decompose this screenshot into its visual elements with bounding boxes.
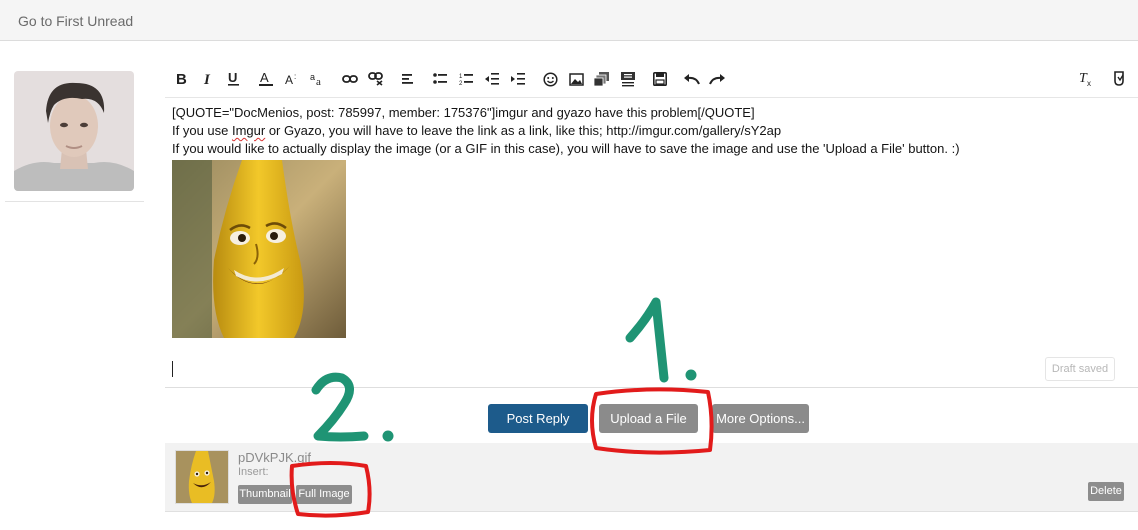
editor-toolbar: B I U A A: aa 12 Tx bbox=[172, 68, 1132, 92]
svg-text:B: B bbox=[176, 72, 187, 86]
font-size-icon[interactable]: A: bbox=[282, 68, 304, 90]
upload-file-button[interactable]: Upload a File bbox=[599, 404, 698, 433]
editor-bottom-border bbox=[165, 387, 1138, 388]
post-reply-button[interactable]: Post Reply bbox=[488, 404, 588, 433]
editor-line-quote: [QUOTE="DocMenios, post: 785997, member:… bbox=[172, 105, 755, 120]
save-draft-icon[interactable] bbox=[649, 68, 671, 90]
remove-format-icon[interactable]: Tx bbox=[1075, 68, 1097, 90]
editor-line-instructions: If you would like to actually display th… bbox=[172, 141, 960, 156]
undo-icon[interactable] bbox=[681, 68, 703, 90]
italic-icon[interactable]: I bbox=[197, 68, 219, 90]
bbcode-toggle-icon[interactable] bbox=[1108, 68, 1130, 90]
svg-text:A: A bbox=[285, 73, 293, 86]
insert-thumbnail-button[interactable]: Thumbnail bbox=[238, 485, 292, 504]
go-to-first-unread-link[interactable]: Go to First Unread bbox=[18, 13, 133, 29]
link-icon[interactable] bbox=[339, 68, 361, 90]
editor-line-links: If you use Imgur or Gyazo, you will have… bbox=[172, 123, 782, 138]
avatar-image bbox=[14, 71, 134, 191]
more-options-button[interactable]: More Options... bbox=[712, 404, 809, 433]
text-cursor bbox=[172, 361, 173, 377]
avatar[interactable] bbox=[14, 71, 134, 191]
insert-label: Insert: bbox=[238, 466, 269, 478]
font-family-icon[interactable]: aa bbox=[308, 68, 330, 90]
bold-icon[interactable]: B bbox=[171, 68, 193, 90]
svg-text:1: 1 bbox=[459, 74, 463, 80]
avatar-divider bbox=[5, 201, 144, 202]
attachment-thumbnail[interactable] bbox=[175, 450, 229, 504]
text-color-icon[interactable]: A bbox=[255, 68, 277, 90]
draft-saved-indicator: Draft saved bbox=[1045, 357, 1115, 381]
outdent-icon[interactable] bbox=[481, 68, 503, 90]
message-editor[interactable]: [QUOTE="DocMenios, post: 785997, member:… bbox=[172, 104, 1122, 158]
svg-text:a: a bbox=[310, 72, 315, 82]
svg-text:I: I bbox=[203, 72, 211, 86]
toolbar-divider bbox=[165, 97, 1138, 98]
svg-text:A: A bbox=[260, 71, 269, 85]
redo-icon[interactable] bbox=[706, 68, 728, 90]
bullet-list-icon[interactable] bbox=[429, 68, 451, 90]
svg-text:x: x bbox=[1087, 79, 1091, 87]
insert-full-image-button[interactable]: Full Image bbox=[296, 485, 352, 504]
top-bar: Go to First Unread bbox=[0, 0, 1138, 41]
align-icon[interactable] bbox=[397, 68, 419, 90]
image-icon[interactable] bbox=[565, 68, 587, 90]
numbered-list-icon[interactable]: 12 bbox=[455, 68, 477, 90]
indent-icon[interactable] bbox=[507, 68, 529, 90]
smiley-icon[interactable] bbox=[539, 68, 561, 90]
media-icon[interactable] bbox=[591, 68, 613, 90]
svg-text::: : bbox=[294, 72, 296, 81]
underline-icon[interactable]: U bbox=[223, 68, 245, 90]
misspelled-word: Imgur bbox=[231, 123, 266, 138]
unlink-icon[interactable] bbox=[365, 68, 387, 90]
attachment-filename: pDVkPJK.gif bbox=[238, 450, 311, 465]
svg-text:a: a bbox=[316, 76, 321, 86]
embedded-gif-image[interactable] bbox=[172, 160, 346, 338]
delete-attachment-button[interactable]: Delete bbox=[1088, 482, 1124, 501]
svg-text:2: 2 bbox=[459, 81, 463, 86]
quote-icon[interactable] bbox=[617, 68, 639, 90]
svg-text:U: U bbox=[228, 71, 237, 85]
